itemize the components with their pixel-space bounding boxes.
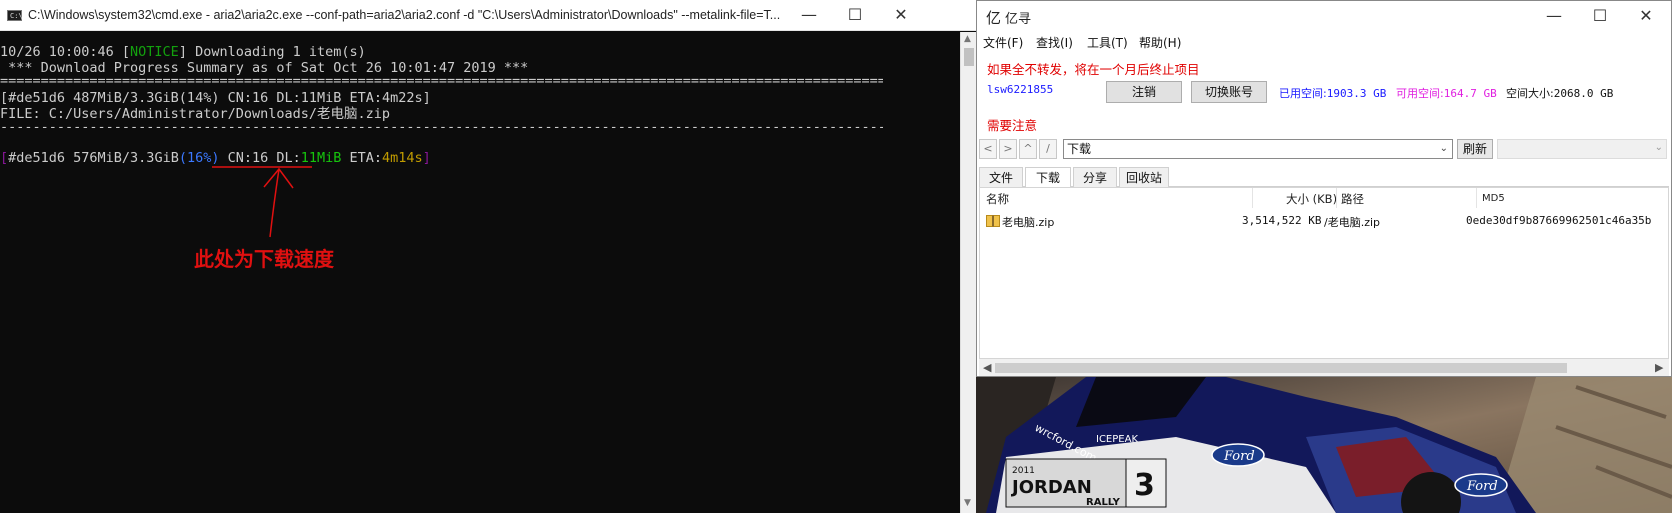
forward-icon[interactable]: > [999, 139, 1017, 159]
path-value: 下载 [1067, 142, 1092, 156]
zip-file-icon [986, 215, 1000, 227]
console-icon: C:\ [7, 10, 23, 21]
path-input[interactable]: 下载 ⌄ [1063, 139, 1453, 159]
free-space-value: 164.7 GB [1443, 87, 1497, 100]
scroll-up-icon[interactable]: ▲ [964, 34, 971, 44]
switch-account-button[interactable]: 切换账号 [1191, 81, 1267, 103]
scroll-left-icon[interactable]: ◀ [983, 361, 991, 374]
logout-button[interactable]: 注销 [1106, 81, 1182, 103]
rally-text: RALLY [1086, 497, 1121, 508]
year-text: 2011 [1012, 466, 1035, 476]
menu-bar: 文件(F) 查找(I) 工具(T) 帮助(H) [977, 32, 1671, 52]
scroll-down-icon[interactable]: ▼ [964, 498, 971, 508]
back-icon[interactable]: < [979, 139, 997, 159]
minimize-button[interactable]: — [786, 0, 832, 31]
console-output[interactable]: 10/26 10:00:46 [NOTICE] Downloading 1 it… [0, 32, 960, 513]
ford-logo-text: Ford [1466, 479, 1498, 494]
chevron-down-icon: ⌄ [1654, 142, 1663, 153]
navigation-bar: < > ^ / 下载 ⌄ 刷新 ⌄ [979, 139, 1669, 159]
tab-shares[interactable]: 分享 [1073, 167, 1117, 187]
root-icon[interactable]: / [1039, 139, 1057, 159]
column-divider [1476, 188, 1477, 208]
refresh-button[interactable]: 刷新 [1457, 139, 1493, 159]
menu-help[interactable]: 帮助(H) [1139, 34, 1181, 51]
free-space: 可用空间:164.7 GB [1396, 85, 1497, 101]
column-header-path[interactable]: 路径 [1341, 191, 1364, 207]
filter-dropdown[interactable]: ⌄ [1497, 139, 1667, 159]
vertical-scrollbar[interactable]: ▲ ▼ [960, 32, 976, 513]
scroll-right-icon[interactable]: ▶ [1655, 361, 1663, 374]
annotation-label: 此处为下载速度 [194, 247, 334, 271]
ford-logo-text: Ford [1223, 449, 1255, 464]
column-header-name[interactable]: 名称 [986, 191, 1009, 207]
used-space-value: 1903.3 GB [1326, 87, 1387, 100]
rally-car-image: Ford Ford wrcford.com ICEPEAK 2011 JORDA… [976, 377, 1672, 513]
project-notice: 如果全不转发，将在一个月后终止项目 [987, 62, 1200, 77]
annotation-arrow [212, 166, 312, 238]
warning-text: 需要注意 [987, 118, 1038, 133]
file-path: /老电脑.zip [1324, 216, 1381, 229]
column-divider [1252, 188, 1253, 208]
username: lsw6221855 [987, 83, 1054, 96]
column-header-size[interactable]: 大小 (KB) [1286, 191, 1337, 207]
cmd-window-title: C:\Windows\system32\cmd.exe - aria2\aria… [28, 8, 781, 22]
menu-find[interactable]: 查找(I) [1036, 34, 1073, 51]
scroll-thumb[interactable] [964, 48, 974, 66]
menu-tools[interactable]: 工具(T) [1087, 34, 1128, 51]
horizontal-scrollbar[interactable]: ◀ ▶ [979, 359, 1669, 376]
total-space-label: 空间大小: [1506, 87, 1554, 100]
app-logo-icon: 亿 [986, 9, 1002, 27]
chevron-down-icon[interactable]: ⌄ [1440, 140, 1448, 158]
total-space: 空间大小:2068.0 GB [1506, 85, 1613, 101]
up-icon[interactable]: ^ [1019, 139, 1037, 159]
yixun-titlebar[interactable]: 亿 亿寻 — ☐ ✕ [977, 1, 1671, 32]
sponsor-text: ICEPEAK [1096, 434, 1138, 445]
total-space-value: 2068.0 GB [1553, 87, 1614, 100]
cmd-window: C:\ C:\Windows\system32\cmd.exe - aria2\… [0, 0, 976, 513]
free-space-label: 可用空间: [1396, 87, 1444, 100]
yixun-window: 亿 亿寻 — ☐ ✕ 文件(F) 查找(I) 工具(T) 帮助(H) 如果全不转… [976, 0, 1672, 377]
cmd-titlebar[interactable]: C:\ C:\Windows\system32\cmd.exe - aria2\… [0, 0, 976, 31]
tab-files[interactable]: 文件 [979, 167, 1023, 187]
tab-bar: 文件 下载 分享 回收站 [979, 167, 1669, 188]
menu-file[interactable]: 文件(F) [983, 34, 1023, 51]
used-space-label: 已用空间: [1279, 87, 1327, 100]
close-button[interactable]: ✕ [1623, 1, 1669, 32]
scroll-thumb[interactable] [995, 363, 1567, 373]
file-size: 3,514,522 KB [1242, 214, 1322, 227]
jordan-text: JORDAN [1010, 477, 1092, 498]
tab-recycle-bin[interactable]: 回收站 [1119, 167, 1169, 187]
desktop-wallpaper: Ford Ford wrcford.com ICEPEAK 2011 JORDA… [976, 377, 1672, 513]
column-divider [1336, 188, 1337, 208]
file-name[interactable]: 老电脑.zip [1002, 214, 1054, 230]
minimize-button[interactable]: — [1531, 1, 1577, 32]
car-number: 3 [1134, 468, 1155, 503]
maximize-button[interactable]: ☐ [832, 0, 878, 31]
close-button[interactable]: ✕ [878, 0, 924, 31]
column-header-md5[interactable]: MD5 [1482, 193, 1505, 204]
file-list[interactable]: 名称 大小 (KB) 路径 MD5 老电脑.zip 3,514,522 KB /… [979, 187, 1669, 359]
tab-downloads[interactable]: 下载 [1025, 167, 1071, 188]
maximize-button[interactable]: ☐ [1577, 1, 1623, 32]
file-md5: 0ede30df9b87669962501c46a35b [1466, 214, 1652, 227]
yixun-window-title: 亿寻 [1005, 12, 1032, 27]
used-space: 已用空间:1903.3 GB [1279, 85, 1386, 101]
